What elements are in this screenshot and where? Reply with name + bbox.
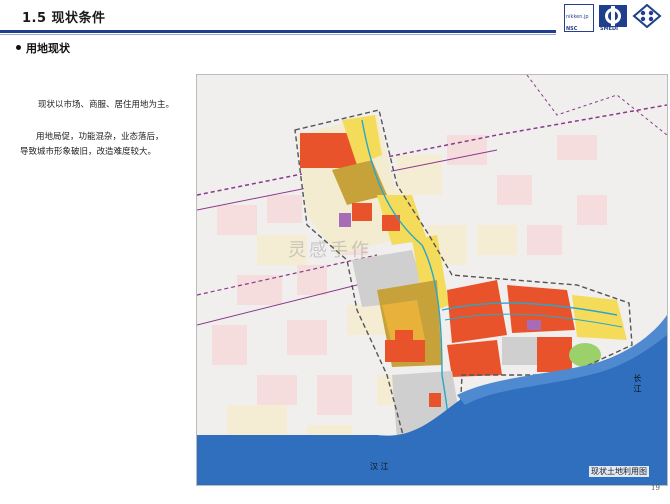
page-number: 19: [651, 484, 660, 492]
smedi-logo-caption: SMEDI: [600, 26, 619, 32]
slide-header: 1.5 现状条件 nikken.jp NSC SMEDI: [0, 0, 670, 32]
section-heading: 用地现状: [26, 42, 70, 55]
map-caption: 现状土地利用图: [589, 466, 649, 477]
land-use-map-graphic: [197, 75, 667, 485]
header-rule-thin: [0, 34, 556, 35]
partner-logos: nikken.jp NSC SMEDI: [558, 2, 668, 34]
watermark-text: 灵感手作: [288, 240, 372, 261]
header-rule: [0, 30, 556, 33]
yangtze-river-label: 长 江: [633, 374, 642, 393]
nsc-logo-caption: NSC: [566, 26, 578, 32]
paragraph-problems-line1: 用地局促，功能混杂，业态落后，: [36, 132, 164, 142]
diamond-logo-icon: [632, 4, 662, 28]
paragraph-land-use: 现状以市场、商服、居住用地为主。: [38, 100, 175, 110]
han-river-label: 汉 江: [370, 462, 389, 471]
slide-title: 1.5 现状条件: [22, 11, 106, 26]
bullet-icon: [16, 45, 21, 50]
land-use-map: [196, 74, 668, 486]
smedi-emblem-icon: [599, 5, 627, 27]
paragraph-problems-line2: 导致城市形象破旧，改造难度较大。: [20, 147, 157, 157]
